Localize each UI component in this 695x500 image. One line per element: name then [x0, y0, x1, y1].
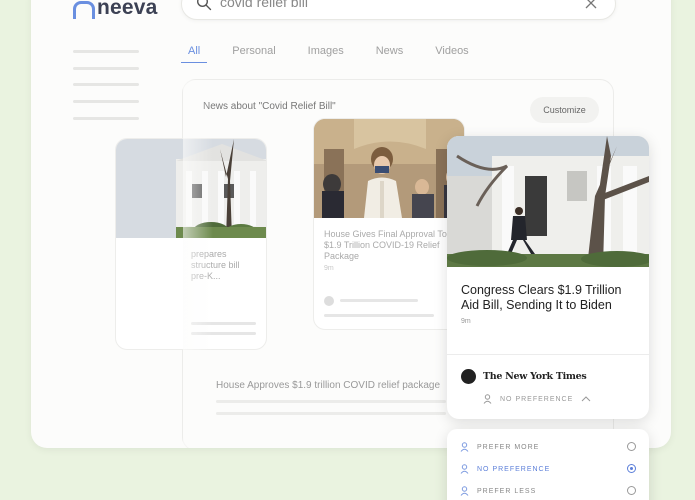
- source-logo[interactable]: The New York Times: [483, 371, 587, 382]
- option-label: NO PREFERENCE: [477, 465, 551, 473]
- tab-images[interactable]: Images: [301, 45, 351, 63]
- card-time: 9m: [324, 265, 334, 272]
- featured-time: 9m: [461, 318, 471, 325]
- chevron-up-icon[interactable]: [581, 396, 591, 402]
- sidebar-placeholder-line: [73, 117, 139, 120]
- source-avatar: [324, 296, 334, 306]
- neeva-logo-icon: [71, 0, 95, 19]
- neeva-logo[interactable]: neeva: [71, 0, 158, 20]
- featured-news-card[interactable]: Congress Clears $1.9 Trillion Aid Bill, …: [447, 136, 649, 419]
- preference-option-none[interactable]: NO PREFERENCE: [460, 462, 636, 476]
- tab-personal[interactable]: Personal: [225, 45, 282, 63]
- sidebar-placeholder-line: [73, 67, 139, 70]
- list-placeholder-line: [216, 412, 446, 415]
- tab-all[interactable]: All: [181, 45, 208, 63]
- news-card[interactable]: prepares structure bill pre-K...: [115, 138, 267, 350]
- news-list-item-title[interactable]: House Approves $1.9 trillion COVID relie…: [216, 380, 440, 391]
- search-icon: [197, 0, 212, 11]
- preference-label: NO PREFERENCE: [500, 395, 574, 403]
- preference-menu: PREFER MORE NO PREFERENCE PREFER LESS: [447, 429, 649, 500]
- preference-option-more[interactable]: PREFER MORE: [460, 440, 636, 454]
- close-icon[interactable]: [583, 0, 599, 11]
- pelosi-photo: [314, 119, 464, 218]
- card-placeholder-line: [191, 322, 256, 325]
- card-headline: House Gives Final Approval To $1.9 Trill…: [324, 229, 447, 261]
- card-placeholder-line: [191, 332, 256, 335]
- search-bar[interactable]: covid relief bill: [181, 0, 616, 20]
- customize-button[interactable]: Customize: [530, 97, 599, 123]
- person-icon: [483, 394, 492, 404]
- preference-toggle[interactable]: NO PREFERENCE: [483, 394, 591, 404]
- preference-option-less[interactable]: PREFER LESS: [460, 484, 636, 498]
- nyt-icon: [461, 369, 476, 384]
- divider: [447, 354, 649, 355]
- biden-white-house-photo: [447, 136, 649, 267]
- news-heading: News about "Covid Relief Bill": [203, 101, 336, 112]
- sidebar-placeholder-line: [73, 50, 139, 53]
- news-card[interactable]: House Gives Final Approval To $1.9 Trill…: [313, 118, 465, 330]
- sidebar-placeholder-line: [73, 100, 139, 103]
- featured-headline[interactable]: Congress Clears $1.9 Trillion Aid Bill, …: [461, 283, 641, 313]
- search-input[interactable]: covid relief bill: [220, 0, 308, 10]
- radio-button[interactable]: [627, 442, 636, 451]
- sidebar-placeholder-line: [73, 83, 139, 86]
- white-house-photo: [116, 139, 266, 238]
- person-icon: [460, 442, 469, 452]
- card-placeholder-line: [324, 314, 434, 317]
- tab-videos[interactable]: Videos: [428, 45, 475, 63]
- search-tabs: All Personal Images News Videos: [181, 45, 494, 63]
- card-headline: prepares structure bill pre-K...: [191, 249, 240, 281]
- radio-button-selected[interactable]: [627, 464, 636, 473]
- radio-button[interactable]: [627, 486, 636, 495]
- person-icon: [460, 464, 469, 474]
- person-icon: [460, 486, 469, 496]
- tab-news[interactable]: News: [369, 45, 411, 63]
- option-label: PREFER MORE: [477, 443, 540, 451]
- logo-text: neeva: [97, 0, 158, 19]
- option-label: PREFER LESS: [477, 487, 537, 495]
- card-placeholder-line: [340, 299, 418, 302]
- list-placeholder-line: [216, 400, 446, 403]
